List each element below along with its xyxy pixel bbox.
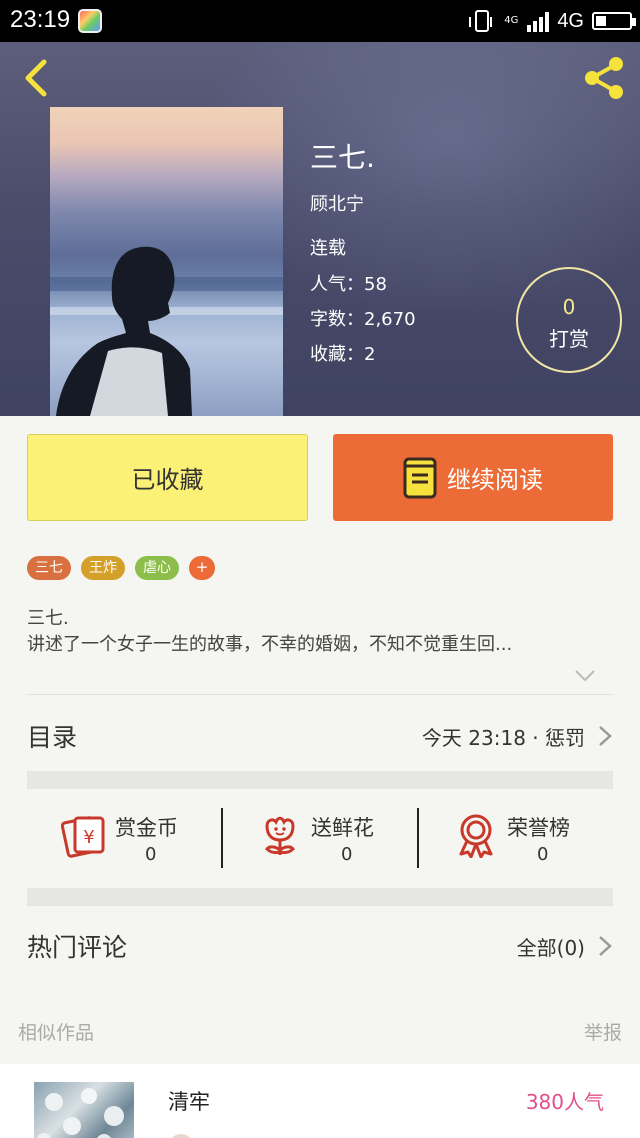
divider — [27, 694, 613, 695]
continue-reading-button[interactable]: 继续阅读 — [333, 434, 613, 521]
favorited-button[interactable]: 已收藏 — [27, 434, 308, 521]
section-separator — [27, 771, 613, 789]
tag-item[interactable]: 虐心 — [135, 556, 179, 580]
share-button[interactable] — [580, 54, 628, 102]
add-tag-button[interactable]: + — [189, 556, 215, 580]
book-description[interactable]: 三七. 讲述了一个女子一生的故事，不幸的婚姻，不知不觉重生回... — [27, 606, 607, 658]
word-count-value: 2,670 — [364, 309, 416, 330]
chevron-left-icon — [25, 59, 47, 97]
send-flowers-label: 送鲜花 — [311, 816, 374, 840]
popularity-label: 人气： — [310, 274, 364, 295]
chevron-right-icon — [599, 726, 612, 746]
all-comments-link[interactable]: 全部(0) — [517, 932, 585, 961]
word-count-label: 字数： — [310, 309, 364, 330]
flower-pattern — [37, 1088, 124, 1138]
hot-comments-row[interactable]: 热门评论 全部(0) — [27, 918, 613, 972]
tip-count: 0 — [562, 295, 576, 319]
chevron-down-icon[interactable] — [574, 668, 596, 684]
similar-book-cover — [34, 1082, 134, 1138]
red-envelope-icon: ¥ — [61, 816, 105, 858]
book-status: 连载 — [310, 238, 346, 259]
popularity-stat: 人气：58 — [310, 270, 387, 296]
status-time: 23:19 — [10, 6, 71, 33]
tag-list: 三七 王炸 虐心 + — [27, 556, 215, 580]
book-title: 三七. — [310, 141, 375, 174]
word-count-stat: 字数：2,670 — [310, 305, 416, 331]
similar-book-item[interactable]: 清牢 380人气 — [0, 1064, 640, 1138]
back-button[interactable] — [18, 56, 58, 100]
network-label: 4G — [557, 9, 584, 32]
share-icon — [585, 57, 623, 99]
book-cover[interactable] — [50, 107, 283, 416]
tip-label: 打赏 — [549, 327, 589, 351]
support-panel: ¥ 赏金币 0 送鲜花 0 荣誉榜 0 — [27, 800, 613, 872]
chevron-right-icon — [599, 936, 612, 956]
app-notification-icon — [78, 9, 102, 33]
hot-comments-label: 热门评论 — [27, 933, 128, 962]
reward-coins-label: 赏金币 — [115, 816, 178, 840]
send-flowers-cell[interactable]: 送鲜花 0 — [223, 800, 418, 872]
book-author[interactable]: 顾北宁 — [310, 190, 364, 216]
favorites-stat: 收藏：2 — [310, 340, 375, 366]
honor-board-value: 0 — [537, 844, 549, 865]
honor-board-cell[interactable]: 荣誉榜 0 — [419, 800, 614, 872]
honor-board-label: 荣誉榜 — [507, 816, 570, 840]
book-header: 三七. 顾北宁 连载 人气：58 字数：2,670 收藏：2 0 打赏 — [0, 42, 640, 416]
popularity-value: 58 — [364, 274, 387, 295]
send-flowers-value: 0 — [341, 844, 353, 865]
medal-icon — [459, 814, 493, 858]
favorited-label: 已收藏 — [131, 466, 204, 494]
favorites-label: 收藏： — [310, 344, 364, 365]
tag-item[interactable]: 王炸 — [81, 556, 125, 580]
toc-label: 目录 — [27, 723, 78, 752]
latest-chapter: 今天 23:18 · 惩罚 — [421, 726, 585, 750]
avatar — [168, 1134, 194, 1138]
flower-icon — [265, 816, 295, 855]
description-line-2: 讲述了一个女子一生的故事，不幸的婚姻，不知不觉重生回... — [27, 634, 513, 655]
signal-icon — [527, 10, 550, 32]
vibrate-icon — [469, 10, 493, 32]
report-link[interactable]: 举报 — [584, 1018, 622, 1045]
battery-icon — [592, 12, 636, 30]
status-bar: 23:19 4G 4G — [0, 0, 640, 42]
reward-coins-value: 0 — [145, 844, 157, 865]
cover-silhouette — [50, 246, 283, 416]
svg-text:¥: ¥ — [83, 827, 94, 848]
description-line-1: 三七. — [27, 608, 69, 629]
section-separator — [27, 888, 613, 906]
similar-book-title: 清牢 — [168, 1090, 210, 1114]
tag-item[interactable]: 三七 — [27, 556, 71, 580]
status-right: 4G 4G — [469, 8, 636, 34]
network-small-label: 4G — [504, 15, 519, 26]
table-of-contents-row[interactable]: 目录 今天 23:18 · 惩罚 — [27, 708, 613, 762]
book-icon — [403, 457, 437, 498]
similar-book-popularity: 380人气 — [525, 1090, 604, 1114]
similar-works-heading: 相似作品 — [18, 1022, 95, 1044]
reward-coins-cell[interactable]: ¥ 赏金币 0 — [27, 800, 222, 872]
continue-reading-label: 继续阅读 — [447, 466, 543, 494]
tip-button[interactable]: 0 打赏 — [516, 267, 622, 373]
favorites-value: 2 — [364, 344, 376, 365]
